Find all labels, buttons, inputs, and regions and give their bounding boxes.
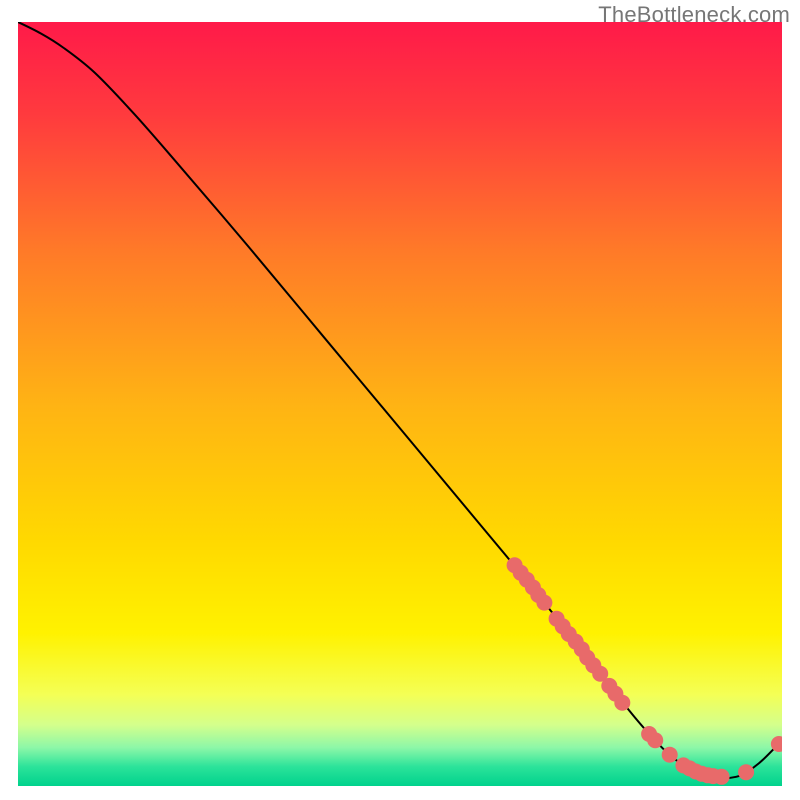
highlight-dot [614, 695, 630, 711]
chart-foreground [18, 22, 782, 786]
highlight-dot [662, 747, 678, 763]
highlight-dot [647, 732, 663, 748]
chart-plot-area [18, 22, 782, 786]
highlight-dot [536, 595, 552, 611]
highlight-dot [738, 764, 754, 780]
bottleneck-curve-line [18, 22, 782, 778]
highlight-dots-group [507, 557, 782, 785]
highlight-dot [714, 769, 730, 785]
